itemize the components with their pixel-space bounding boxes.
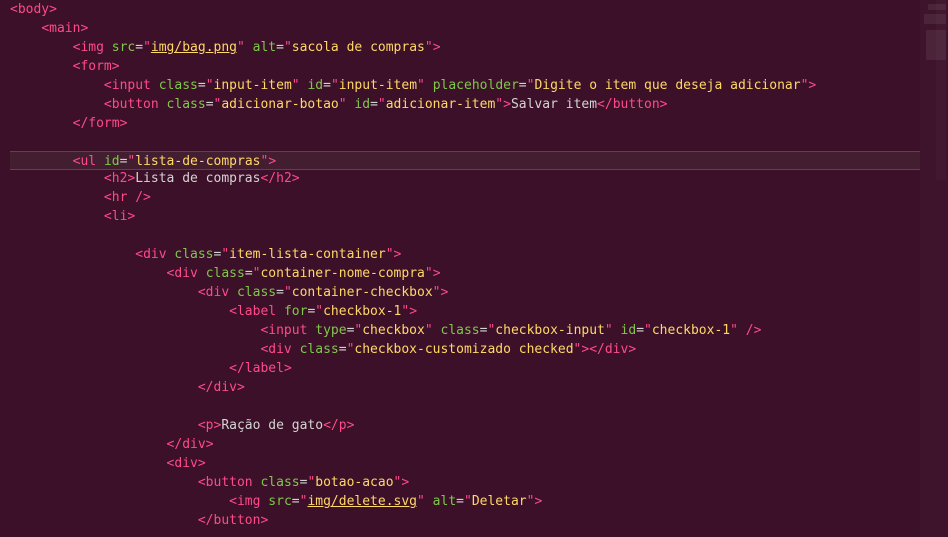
code-line: <hr /> (10, 188, 948, 207)
code-line: </div> (10, 378, 948, 397)
vertical-scrollbar[interactable] (934, 0, 948, 537)
scrollbar-thumb[interactable] (936, 0, 946, 180)
code-line: <form> (10, 57, 948, 76)
code-line: <main> (10, 19, 948, 38)
code-line: <div class="item-lista-container"> (10, 245, 948, 264)
code-line: <img src="img/bag.png" alt="sacola de co… (10, 38, 948, 57)
code-line: <button class="botao-acao"> (10, 473, 948, 492)
code-line: <div class="checkbox-customizado checked… (10, 340, 948, 359)
code-line: <div> (10, 454, 948, 473)
code-line: <button class="adicionar-botao" id="adic… (10, 95, 948, 114)
code-line: <li> (10, 207, 948, 226)
code-line: <label for="checkbox-1"> (10, 302, 948, 321)
code-line: </label> (10, 359, 948, 378)
code-line: </form> (10, 114, 948, 133)
code-line: <input type="checkbox" class="checkbox-i… (10, 321, 948, 340)
code-line: <input class="input-item" id="input-item… (10, 76, 948, 95)
code-line: <div class="container-checkbox"> (10, 283, 948, 302)
code-line: <p>Ração de gato</p> (10, 416, 948, 435)
code-line: <ul id="lista-de-compras"> (10, 151, 920, 170)
code-line: <h2>Lista de compras</h2> (10, 169, 948, 188)
code-line: </div> (10, 435, 948, 454)
code-line: <body> (10, 0, 948, 19)
code-line: </button> (10, 511, 948, 530)
code-line: <div class="container-nome-compra"> (10, 264, 948, 283)
code-line: <img src="img/delete.svg" alt="Deletar"> (10, 492, 948, 511)
code-editor[interactable]: <body> <main> <img src="img/bag.png" alt… (0, 0, 948, 530)
